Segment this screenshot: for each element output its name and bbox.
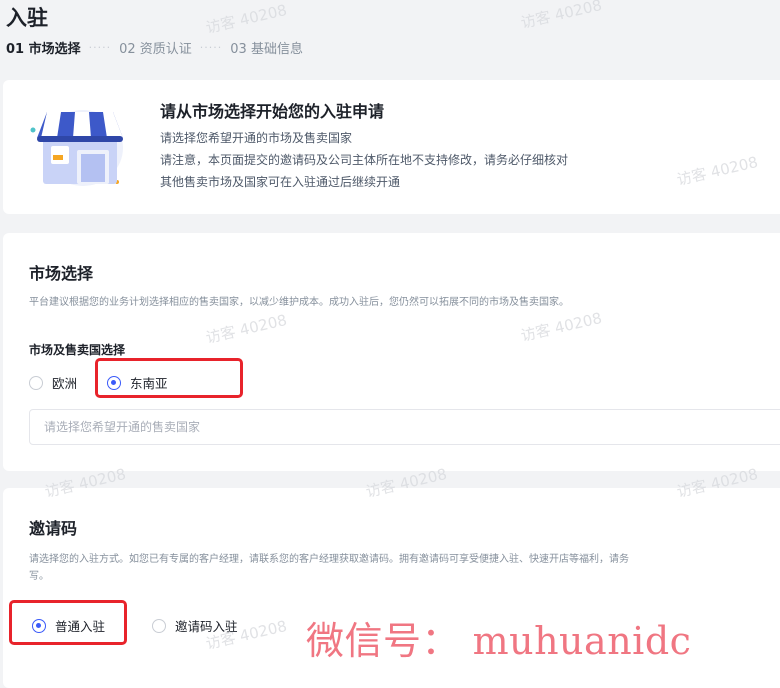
step-separator: ····· [199, 41, 223, 54]
country-select-input[interactable] [29, 409, 780, 445]
market-section: 市场选择 平台建议根据您的业务计划选择相应的售卖国家，以减少维护成本。成功入驻后… [3, 233, 780, 471]
section-title: 邀请码 [29, 519, 78, 538]
radio-circle[interactable] [152, 618, 166, 633]
section-description: 平台建议根据您的业务计划选择相应的售卖国家，以减少维护成本。成功入驻后，您仍然可… [29, 297, 569, 308]
step-2: 02 资质认证 [119, 42, 192, 57]
step-3: 03 基础信息 [230, 42, 303, 57]
section-description: 请选择您的入驻方式。如您已有专属的客户经理，请联系您的客户经理获取邀请码。拥有邀… [29, 554, 629, 565]
storefront-icon [30, 110, 123, 186]
banner-title: 请从市场选择开始您的入驻申请 [160, 102, 385, 121]
highlight-box [95, 358, 243, 398]
radio-europe[interactable]: 欧洲 [29, 373, 77, 392]
section-description: 写。 [29, 571, 49, 582]
step-separator: ····· [88, 41, 112, 54]
step-1: 01 市场选择 [6, 42, 81, 57]
highlight-box [9, 600, 127, 645]
banner-text: 其他售卖市场及国家可在入驻通过后继续开通 [160, 175, 401, 189]
radio-label: 邀请码入驻 [175, 619, 238, 634]
radio-invite-entry[interactable]: 邀请码入驻 [152, 616, 238, 635]
section-title: 市场选择 [29, 264, 94, 283]
page-title: 入驻 [6, 6, 48, 30]
field-label: 市场及售卖国选择 [29, 343, 126, 357]
banner-text: 请选择您希望开通的市场及售卖国家 [160, 131, 353, 145]
banner-text: 请注意，本页面提交的邀请码及公司主体所在地不支持修改，请务必仔细核对 [160, 153, 569, 167]
radio-circle[interactable] [29, 375, 43, 390]
watermark: 访客 40208 [204, 0, 289, 38]
watermark: 访客 40208 [519, 0, 604, 33]
step-indicator: 01 市场选择 ····· 02 资质认证 ····· 03 基础信息 [6, 38, 303, 57]
overlay-watermark-text: 微信号： muhuanidc [306, 619, 692, 663]
intro-banner: 请从市场选择开始您的入驻申请 请选择您希望开通的市场及售卖国家 请注意，本页面提… [3, 80, 780, 214]
radio-label: 欧洲 [52, 376, 78, 391]
